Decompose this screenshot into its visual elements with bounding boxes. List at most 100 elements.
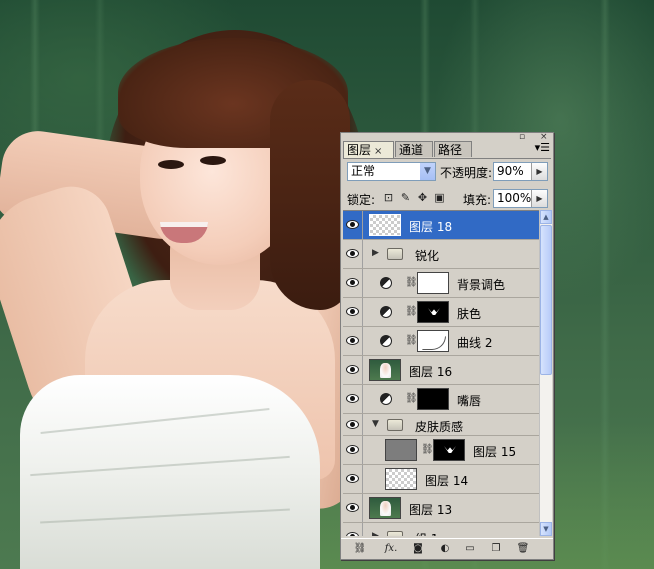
scroll-down-icon[interactable]: ▼ (540, 522, 552, 536)
mask-thumbnail (417, 301, 449, 323)
panel-bottom-bar: ⛓ fx. ◙ ◐ ▭ ❐ 🗑 (341, 538, 553, 559)
tab-paths-label: 路径 (438, 143, 463, 157)
adjustment-layer-icon (380, 335, 392, 347)
panel-titlebar[interactable]: ▫ × (341, 133, 553, 142)
tab-channels[interactable]: 通道 (395, 141, 433, 157)
layer-row[interactable]: ⛓ 图层 15 (343, 436, 539, 465)
mask-thumbnail (417, 272, 449, 294)
layer-name: 背景调色 (457, 278, 506, 292)
visibility-eye-icon[interactable] (346, 249, 359, 258)
visibility-eye-icon[interactable] (346, 474, 359, 483)
new-group-icon[interactable]: ▭ (463, 542, 477, 555)
layer-name: 组 1 (415, 530, 438, 536)
visibility-eye-icon[interactable] (346, 445, 359, 454)
close-panel-icon[interactable]: × (540, 133, 548, 142)
new-adjustment-icon[interactable]: ◐ (438, 542, 452, 555)
fill-label: 填充: (463, 193, 492, 207)
lock-label: 锁定: (347, 193, 376, 207)
scroll-up-icon[interactable]: ▲ (540, 210, 552, 224)
link-icon[interactable]: ⛓ (405, 393, 418, 404)
layer-row[interactable]: 图层 13 (343, 494, 539, 523)
opacity-value: 90% (497, 164, 524, 178)
link-icon[interactable]: ⛓ (405, 277, 418, 288)
fill-slider-arrow-icon[interactable]: ▶ (531, 190, 547, 207)
layer-row[interactable]: 图层 16 (343, 356, 539, 385)
lock-transparency-icon[interactable]: ⊡ (382, 191, 395, 204)
layer-name: 肤色 (457, 307, 482, 321)
layer-name: 图层 16 (409, 365, 453, 379)
layer-thumbnail (369, 214, 401, 236)
mask-thumbnail (417, 330, 449, 352)
collapse-icon[interactable]: ▫ (519, 133, 525, 142)
tab-paths[interactable]: 路径 (434, 141, 472, 157)
new-layer-icon[interactable]: ❐ (489, 542, 503, 555)
expand-arrow-icon[interactable]: ▶ (372, 248, 379, 258)
layer-thumbnail (369, 497, 401, 519)
background-photo (0, 0, 654, 569)
visibility-eye-icon[interactable] (346, 503, 359, 512)
delete-layer-icon[interactable]: 🗑 (516, 542, 530, 555)
chevron-down-icon[interactable]: ▼ (420, 163, 435, 180)
adjustment-row[interactable]: ⛓ 肤色 (343, 298, 539, 327)
visibility-eye-icon[interactable] (346, 532, 359, 536)
panel-menu-icon[interactable]: ▾☰ (535, 142, 550, 153)
layer-list-scrollbar[interactable]: ▲ ▼ (539, 210, 552, 536)
layer-name: 图层 14 (425, 474, 469, 488)
layer-name: 图层 15 (473, 445, 517, 459)
link-layers-icon[interactable]: ⛓ (353, 542, 367, 555)
opacity-slider-arrow-icon[interactable]: ▶ (531, 163, 547, 180)
opacity-label: 不透明度: (440, 166, 493, 180)
blend-mode-select[interactable]: 正常 ▼ (347, 162, 436, 181)
folder-icon (387, 531, 403, 536)
mask-thumbnail (433, 439, 465, 461)
group-row[interactable]: ▶ 组 1 (343, 523, 539, 536)
fx-icon[interactable]: fx. (381, 542, 401, 555)
layer-thumbnail (385, 468, 417, 490)
folder-icon (387, 419, 403, 431)
layer-name: 锐化 (415, 249, 440, 263)
adjustment-row[interactable]: ⛓ 背景调色 (343, 269, 539, 298)
visibility-eye-icon[interactable] (346, 307, 359, 316)
tab-close-icon[interactable]: × (374, 146, 382, 157)
tab-layers-label: 图层 (347, 143, 372, 157)
expand-arrow-icon[interactable]: ▶ (372, 531, 379, 536)
layer-list: 图层 18 ▶ 锐化 ⛓ 背景调色 ⛓ 肤色 ⛓ 曲线 2 图层 16 ⛓ 嘴唇… (343, 210, 539, 536)
opacity-field[interactable]: 90% ▶ (493, 162, 548, 181)
expand-arrow-icon[interactable]: ▼ (372, 419, 379, 429)
panel-tabs: 图层 × 通道 路径 (343, 141, 551, 159)
visibility-eye-icon[interactable] (346, 220, 359, 229)
blend-mode-value: 正常 (351, 164, 376, 178)
layer-name: 嘴唇 (457, 394, 482, 408)
link-icon[interactable]: ⛓ (405, 306, 418, 317)
folder-icon (387, 248, 403, 260)
layer-row[interactable]: 图层 18 (343, 211, 539, 240)
adjustment-layer-icon (380, 277, 392, 289)
visibility-eye-icon[interactable] (346, 336, 359, 345)
link-icon[interactable]: ⛓ (421, 444, 434, 455)
lock-position-icon[interactable]: ✥ (416, 191, 429, 204)
adjustment-layer-icon (380, 393, 392, 405)
visibility-eye-icon[interactable] (346, 278, 359, 287)
tab-channels-label: 通道 (399, 143, 424, 157)
layer-name: 图层 18 (409, 220, 453, 234)
group-row[interactable]: ▼ 皮肤质感 (343, 414, 539, 436)
mask-thumbnail (417, 388, 449, 410)
layer-thumbnail (385, 439, 417, 461)
adjustment-row[interactable]: ⛓ 曲线 2 (343, 327, 539, 356)
scroll-thumb[interactable] (540, 225, 552, 375)
adjustment-row[interactable]: ⛓ 嘴唇 (343, 385, 539, 414)
visibility-eye-icon[interactable] (346, 394, 359, 403)
layer-thumbnail (369, 359, 401, 381)
layer-row[interactable]: 图层 14 (343, 465, 539, 494)
layer-name: 曲线 2 (457, 336, 493, 350)
visibility-eye-icon[interactable] (346, 420, 359, 429)
fill-value: 100% (497, 191, 532, 205)
link-icon[interactable]: ⛓ (405, 335, 418, 346)
add-mask-icon[interactable]: ◙ (411, 542, 425, 555)
fill-field[interactable]: 100% ▶ (493, 189, 548, 208)
group-row[interactable]: ▶ 锐化 (343, 240, 539, 269)
lock-all-icon[interactable]: ▣ (433, 191, 446, 204)
visibility-eye-icon[interactable] (346, 365, 359, 374)
lock-image-icon[interactable]: ✎ (399, 191, 412, 204)
tab-layers[interactable]: 图层 × (343, 141, 394, 158)
